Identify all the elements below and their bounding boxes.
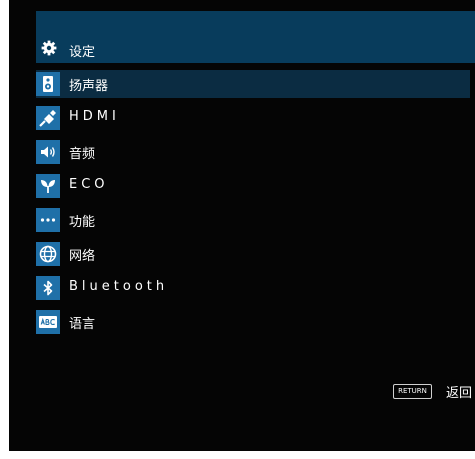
menu-item-label: 网络 (69, 249, 96, 264)
gear-icon (41, 40, 57, 56)
menu-item-language[interactable]: 语言 (36, 308, 470, 336)
menu-item-label: 扬声器 (69, 79, 109, 94)
globe-icon (36, 242, 60, 266)
menu-item-audio[interactable]: 音频 (36, 138, 470, 166)
menu-item-label: 语言 (69, 317, 96, 332)
return-key-icon: RETURN (393, 384, 432, 399)
hdmi-plug-icon (36, 106, 60, 130)
return-button[interactable]: 返回 (446, 382, 472, 401)
speaker-icon (36, 72, 60, 96)
menu-item-function[interactable]: 功能 (36, 206, 470, 234)
settings-screen: 设定 扬声器 HDMI 音频 ECO 功能 网络 Bluetooth 语言 RE… (9, 0, 475, 451)
settings-header: 设定 (36, 11, 475, 63)
leaf-icon (36, 174, 60, 198)
bluetooth-icon (36, 276, 60, 300)
menu-item-network[interactable]: 网络 (36, 240, 470, 268)
menu-item-label: 音频 (69, 147, 96, 162)
menu-item-speaker[interactable]: 扬声器 (36, 70, 470, 98)
menu-item-eco[interactable]: ECO (36, 172, 470, 200)
volume-icon (36, 140, 60, 164)
menu-item-label: 功能 (69, 215, 96, 230)
page-title: 设定 (69, 45, 96, 60)
abc-language-icon (36, 310, 60, 334)
menu-item-bluetooth[interactable]: Bluetooth (36, 274, 470, 302)
more-dots-icon (36, 208, 60, 232)
menu-item-label: HDMI (69, 109, 120, 124)
menu-item-hdmi[interactable]: HDMI (36, 104, 470, 132)
menu-item-label: ECO (69, 177, 109, 192)
menu-item-label: Bluetooth (69, 279, 169, 294)
